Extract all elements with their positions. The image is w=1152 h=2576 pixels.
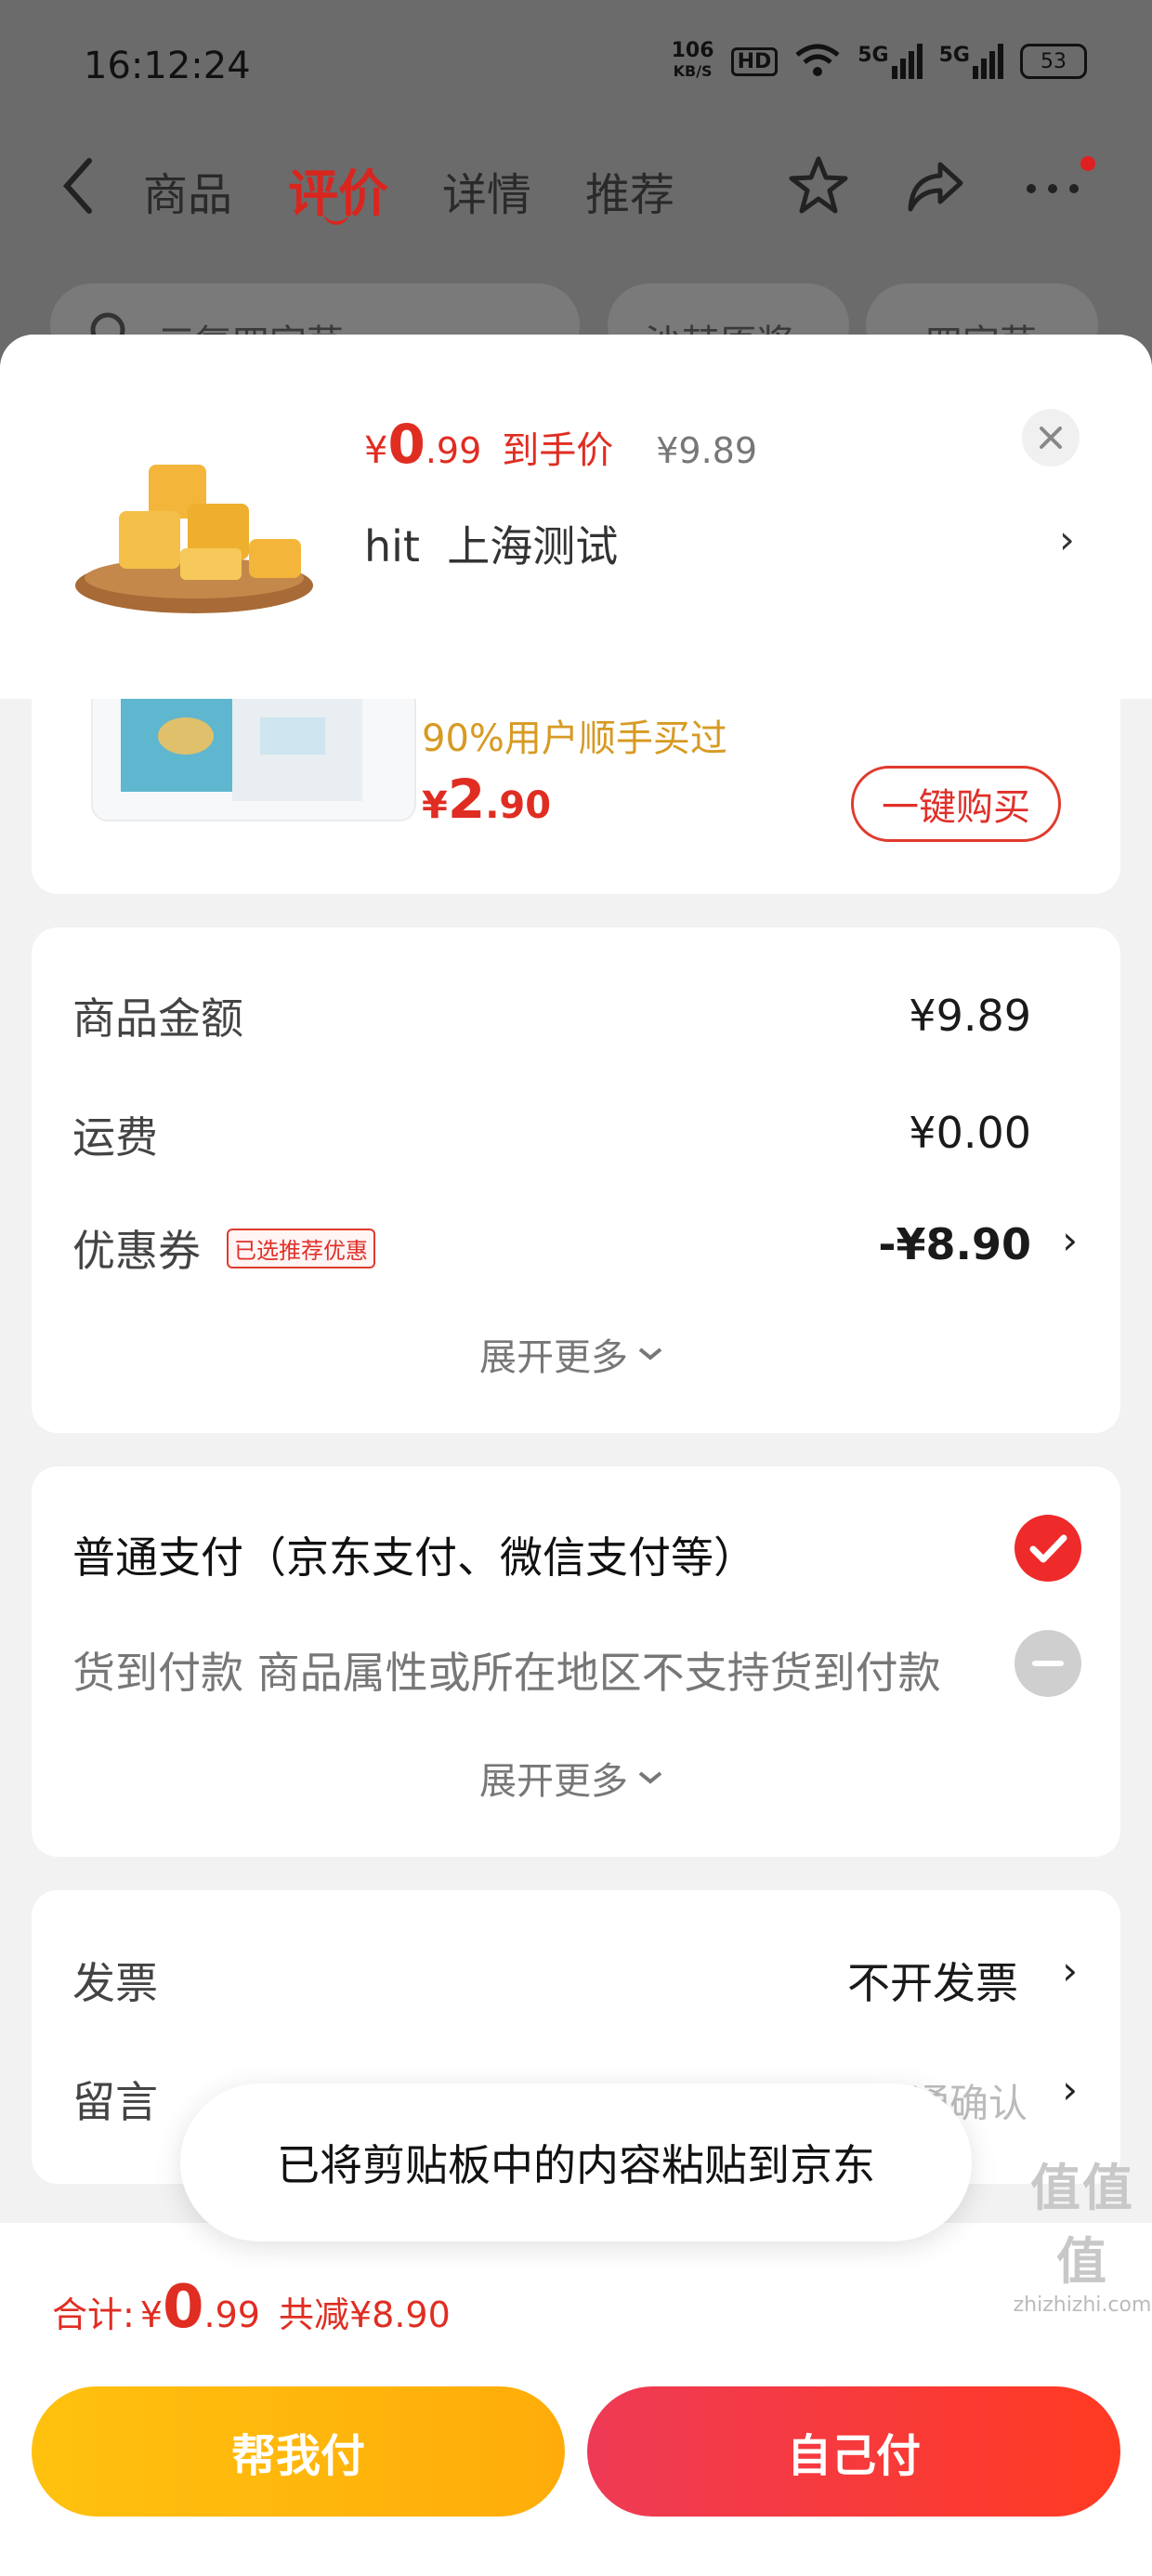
payment-card: 普通支付（京东支付、微信支付等） 货到付款 商品属性或所在地区不支持货到付款 展…: [32, 1466, 1120, 1857]
addon-image: [91, 699, 416, 821]
notification-dot: [1080, 156, 1095, 171]
chevron-right-icon[interactable]: ›: [1059, 517, 1075, 562]
product-header: ¥0.99 到手价 ¥9.89 hit 上海测试 ›: [0, 335, 1152, 699]
addon-note: 90%用户顺手买过: [422, 717, 727, 760]
product-image: [63, 400, 325, 662]
total-label: 合计:: [52, 2294, 135, 2335]
toast-message: 已将剪贴板中的内容粘贴到京东: [180, 2083, 972, 2241]
chevron-down-icon: [638, 1347, 662, 1360]
addon-price: ¥2.90: [422, 768, 552, 831]
coupon-label: 优惠券: [72, 1226, 201, 1276]
goods-amount-value: ¥9.89: [909, 991, 1031, 1041]
signal-icon-1: 5G: [857, 44, 923, 79]
hd-icon: HD: [730, 46, 779, 76]
bottom-bar: 合计: ¥0.99 共减¥8.90 帮我付 自己付: [0, 2223, 1152, 2576]
product-spec[interactable]: hit 上海测试: [364, 513, 618, 574]
expand-more-fees[interactable]: 展开更多: [479, 1327, 663, 1381]
close-icon[interactable]: [1022, 409, 1080, 467]
disabled-icon: [1015, 1630, 1081, 1697]
status-bar: 16:12:24 106 KB/S HD 5G 5G 53: [0, 0, 1152, 130]
star-icon[interactable]: [786, 153, 851, 218]
total-discount: 共减¥8.90: [278, 2294, 451, 2335]
chevron-right-icon[interactable]: ›: [1062, 1217, 1078, 1263]
one-click-buy-button[interactable]: 一键购买: [851, 766, 1061, 842]
chevron-right-icon[interactable]: ›: [1062, 1948, 1078, 1993]
help-me-pay-button[interactable]: 帮我付: [32, 2386, 565, 2517]
invoice-value[interactable]: 不开发票: [847, 1950, 1018, 2011]
tab-details[interactable]: 详情: [442, 158, 531, 223]
battery-icon: 53: [1020, 44, 1087, 79]
fee-summary-card: 商品金额 ¥9.89 运费 ¥0.00 优惠券 已选推荐优惠 -¥8.90 › …: [32, 927, 1120, 1433]
tab-recommend[interactable]: 推荐: [585, 158, 674, 223]
network-speed: 106 KB/S: [671, 39, 714, 81]
shipping-value: ¥0.00: [909, 1108, 1031, 1158]
order-sheet: ¥0.99 到手价 ¥9.89 hit 上海测试 › 90%用户顺手买过 ¥2.…: [0, 335, 1152, 2576]
payment-normal-label[interactable]: 普通支付（京东支付、微信支付等）: [72, 1524, 756, 1585]
signal-icon-2: 5G: [939, 44, 1003, 79]
share-icon[interactable]: [903, 153, 968, 218]
wifi-icon: [795, 44, 840, 76]
shipping-label: 运费: [72, 1112, 158, 1163]
watermark-logo: 值值值 zhizhizhi.com: [1013, 2159, 1152, 2317]
checked-icon[interactable]: [1015, 1515, 1081, 1582]
order-total: 合计: ¥0.99 共减¥8.90: [52, 2273, 451, 2342]
invoice-label: 发票: [72, 1958, 158, 2008]
pay-myself-button[interactable]: 自己付: [587, 2386, 1120, 2517]
more-icon[interactable]: [1020, 153, 1085, 218]
payment-cod-label: 货到付款 商品属性或所在地区不支持货到付款: [72, 1648, 941, 1698]
expand-more-payment[interactable]: 展开更多: [479, 1751, 663, 1805]
chevron-down-icon: [638, 1771, 662, 1784]
original-price: ¥9.89: [656, 430, 758, 471]
chevron-right-icon[interactable]: ›: [1062, 2067, 1078, 2112]
status-time: 16:12:24: [84, 45, 251, 87]
note-label: 留言: [72, 2077, 158, 2127]
goods-amount-label: 商品金额: [72, 993, 243, 1044]
back-icon[interactable]: [56, 153, 102, 218]
price-value: ¥0.99: [364, 413, 482, 476]
product-price: ¥0.99 到手价 ¥9.89: [364, 413, 757, 476]
status-icons: 106 KB/S HD 5G 5G 53: [672, 41, 1087, 82]
coupon-value[interactable]: -¥8.90: [878, 1219, 1031, 1269]
price-label: 到手价: [502, 429, 614, 472]
coupon-tag: 已选推荐优惠: [227, 1229, 375, 1268]
total-value: ¥0.99: [139, 2273, 260, 2342]
tab-goods[interactable]: 商品: [143, 158, 232, 223]
